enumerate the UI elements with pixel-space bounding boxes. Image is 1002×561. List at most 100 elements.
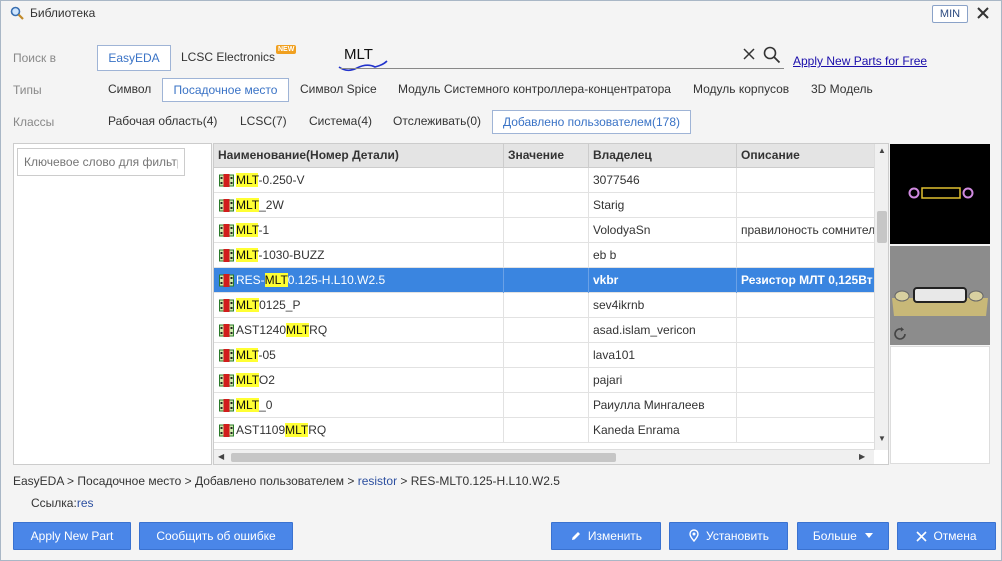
search-submit-icon[interactable] bbox=[763, 46, 781, 64]
table-row[interactable]: MLT-1030-BUZZ eb b bbox=[214, 243, 874, 268]
scroll-down-icon[interactable]: ▼ bbox=[878, 434, 886, 443]
search-match: MLT bbox=[236, 198, 260, 212]
type-tab-spice-symbol[interactable]: Символ Spice bbox=[300, 78, 377, 102]
table-row-selected[interactable]: RES-MLT0.125-H.L10.W2.5 vkbr Резистор МЛ… bbox=[214, 268, 874, 293]
cell-description bbox=[737, 393, 874, 418]
table-row[interactable]: MLT_0 Раиулла Мингалеев bbox=[214, 393, 874, 418]
table-row[interactable]: AST1240MLTRQ asad.islam_vericon bbox=[214, 318, 874, 343]
class-tab-workspace[interactable]: Рабочая область(4) bbox=[108, 110, 217, 134]
footprint-icon bbox=[219, 174, 234, 187]
breadcrumb-item[interactable]: Добавлено пользователем bbox=[195, 474, 344, 488]
type-tab-3d-model[interactable]: 3D Модель bbox=[811, 78, 873, 102]
cell-description: правилоность сомнител bbox=[741, 223, 874, 237]
table-header: Наименование(Номер Детали) Значение Влад… bbox=[214, 144, 874, 168]
column-header-owner[interactable]: Владелец bbox=[589, 144, 737, 168]
table-row[interactable]: MLT_2W Starig bbox=[214, 193, 874, 218]
cell-value bbox=[504, 293, 589, 318]
cell-description bbox=[737, 318, 874, 343]
install-button[interactable]: Установить bbox=[669, 522, 788, 550]
name-suffix: 0.125-H.L10.W2.5 bbox=[287, 273, 386, 287]
new-badge: NEW bbox=[276, 45, 297, 54]
report-error-button[interactable]: Сообщить об ошибке bbox=[139, 522, 293, 550]
table-row[interactable]: AST1109MLTRQ Kaneda Enrama bbox=[214, 418, 874, 443]
type-tab-symbol[interactable]: Символ bbox=[108, 78, 151, 102]
cell-owner: 3077546 bbox=[589, 168, 737, 193]
cell-description bbox=[737, 343, 874, 368]
table-row[interactable]: MLT-05 lava101 bbox=[214, 343, 874, 368]
more-button[interactable]: Больше bbox=[797, 522, 889, 550]
source-tab-lcsc[interactable]: LCSC Electronics bbox=[181, 46, 275, 70]
table-row[interactable]: MLTO2 pajari bbox=[214, 368, 874, 393]
cell-value bbox=[504, 343, 589, 368]
spellcheck-underline bbox=[338, 60, 388, 72]
footprint-icon bbox=[219, 424, 234, 437]
search-match: MLT bbox=[286, 323, 310, 337]
search-match: MLT bbox=[236, 298, 260, 312]
install-label: Установить bbox=[706, 529, 769, 543]
cell-owner: pajari bbox=[589, 368, 737, 393]
cell-name: AST1240MLTRQ bbox=[214, 318, 504, 343]
breadcrumb-separator: > bbox=[181, 474, 195, 488]
search-icon bbox=[10, 6, 24, 20]
breadcrumb-item-resistor[interactable]: resistor bbox=[358, 474, 397, 488]
name-suffix: RQ bbox=[309, 323, 328, 337]
filter-keyword-input[interactable] bbox=[17, 148, 185, 176]
refresh-icon[interactable] bbox=[892, 326, 908, 342]
title-bar: Библиотека MIN bbox=[1, 1, 1001, 27]
horizontal-scroll-thumb[interactable] bbox=[231, 453, 616, 462]
footprint-preview[interactable] bbox=[890, 144, 990, 244]
source-tab-easyeda[interactable]: EasyEDA bbox=[97, 45, 171, 71]
breadcrumb-item[interactable]: Посадочное место bbox=[77, 474, 181, 488]
breadcrumb-current: RES-MLT0.125-H.L10.W2.5 bbox=[410, 474, 560, 488]
apply-new-parts-link[interactable]: Apply New Parts for Free bbox=[793, 54, 927, 68]
apply-new-part-button[interactable]: Apply New Part bbox=[13, 522, 131, 550]
table-row[interactable]: MLT-0.250-V 3077546 bbox=[214, 168, 874, 193]
type-tab-footprint[interactable]: Посадочное место bbox=[162, 78, 289, 102]
reference-label: Ссылка: bbox=[31, 496, 77, 510]
cell-description: Резистор МЛТ 0,125Вт / bbox=[741, 273, 874, 287]
cell-description bbox=[737, 293, 874, 318]
name-suffix: O2 bbox=[258, 373, 275, 387]
footprint-icon bbox=[219, 249, 234, 262]
name-prefix: AST1240 bbox=[236, 323, 287, 337]
breadcrumb: EasyEDA > Посадочное место > Добавлено п… bbox=[13, 474, 560, 488]
more-label: Больше bbox=[812, 529, 857, 543]
cell-owner: eb b bbox=[589, 243, 737, 268]
cell-owner: lava101 bbox=[589, 343, 737, 368]
class-tab-user-added[interactable]: Добавлено пользователем(178) bbox=[492, 110, 691, 134]
type-tab-package-module[interactable]: Модуль корпусов bbox=[693, 78, 789, 102]
minimize-button[interactable]: MIN bbox=[932, 5, 968, 23]
search-match: MLT bbox=[264, 273, 288, 287]
cell-name: MLT-0.250-V bbox=[214, 168, 504, 193]
search-match: MLT bbox=[236, 223, 259, 237]
cancel-button[interactable]: Отмена bbox=[897, 522, 996, 550]
footprint-icon bbox=[219, 374, 234, 387]
scroll-right-icon[interactable]: ▶ bbox=[859, 452, 865, 461]
cell-value bbox=[504, 243, 589, 268]
clear-search-icon[interactable] bbox=[742, 47, 756, 61]
column-header-value[interactable]: Значение bbox=[504, 144, 589, 168]
column-header-name[interactable]: Наименование(Номер Детали) bbox=[214, 144, 504, 168]
scroll-up-icon[interactable]: ▲ bbox=[878, 146, 886, 155]
column-header-description[interactable]: Описание bbox=[737, 144, 874, 168]
search-match: MLT bbox=[285, 423, 309, 437]
horizontal-scrollbar[interactable]: ◀ ▶ bbox=[214, 449, 874, 464]
close-icon[interactable] bbox=[975, 5, 991, 21]
vertical-scroll-thumb[interactable] bbox=[877, 211, 887, 243]
search-label: Поиск в bbox=[13, 51, 56, 65]
search-field-underline bbox=[340, 68, 784, 69]
caret-down-icon bbox=[865, 533, 874, 538]
class-tab-system[interactable]: Система(4) bbox=[309, 110, 372, 134]
vertical-scrollbar[interactable]: ▲ ▼ bbox=[874, 144, 888, 450]
footprint-icon bbox=[219, 274, 234, 287]
cell-value bbox=[504, 368, 589, 393]
table-row[interactable]: MLT0125_P sev4ikrnb bbox=[214, 293, 874, 318]
edit-button[interactable]: Изменить bbox=[551, 522, 661, 550]
class-tab-lcsc[interactable]: LCSC(7) bbox=[240, 110, 287, 134]
scroll-left-icon[interactable]: ◀ bbox=[218, 452, 224, 461]
type-tab-hub-module[interactable]: Модуль Системного контроллера-концентрат… bbox=[398, 78, 671, 102]
class-tab-following[interactable]: Отслеживать(0) bbox=[393, 110, 481, 134]
footprint-icon bbox=[219, 224, 234, 237]
breadcrumb-item[interactable]: EasyEDA bbox=[13, 474, 64, 488]
table-row[interactable]: MLT-1 VolodyaSn правилоность сомнител bbox=[214, 218, 874, 243]
